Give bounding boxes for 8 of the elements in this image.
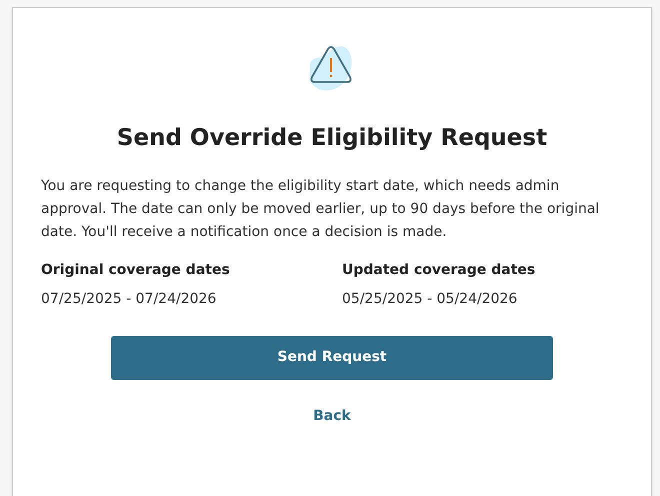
send-request-button[interactable]: Send Request (111, 336, 553, 380)
coverage-label: Original coverage dates (41, 260, 231, 280)
coverage-dates: 05/25/2025 - 05/24/2026 (342, 290, 518, 309)
dialog-title: Send Override Eligibility Request (116, 124, 548, 153)
dialog-message: You are requesting to change the eligibility start date, which needs admin approval. The date can only be moved earlier, up to 90 days before the original date. You'll receive a notification once a decision is made. (40, 176, 600, 242)
back-link[interactable]: Back (313, 406, 351, 427)
coverage-dates: 07/25/2025 - 07/24/2026 (41, 290, 218, 309)
coverage-label: Updated coverage dates (342, 260, 536, 280)
